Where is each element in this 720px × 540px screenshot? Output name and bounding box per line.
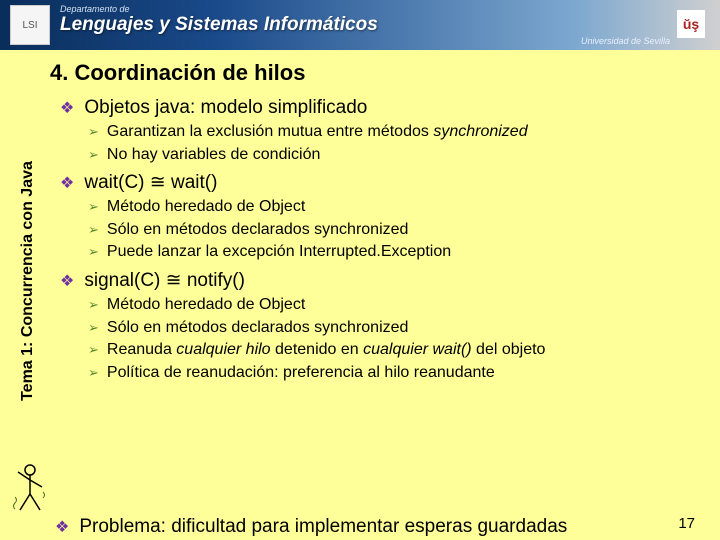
sub-text: Sólo en métodos declarados synchronized xyxy=(107,317,409,339)
header-title: Lenguajes y Sistemas Informáticos xyxy=(60,14,710,36)
sub-text: Puede lanzar la excepción Interrupted.Ex… xyxy=(107,241,451,263)
sidebar: Tema 1: Concurrencia con Java xyxy=(0,92,55,512)
diamond-bullet-icon: ❖ xyxy=(60,173,74,193)
bullet-text: wait(C) ≅ wait() xyxy=(84,171,217,194)
sub-item: ➢ Reanuda cualquier hilo detenido en cua… xyxy=(88,339,705,361)
problem-bullet: ❖ Problema: dificultad para implementar … xyxy=(55,516,720,538)
diamond-bullet-icon: ❖ xyxy=(60,271,74,291)
header-subtitle: Universidad de Sevilla xyxy=(60,36,670,46)
arrow-bullet-icon: ➢ xyxy=(88,198,99,216)
sub-item: ➢ Sólo en métodos declarados synchronize… xyxy=(88,317,705,339)
diamond-bullet-icon: ❖ xyxy=(60,98,74,118)
slide-header: LSI Departamento de Lenguajes y Sistemas… xyxy=(0,0,720,50)
bullet-text: Objetos java: modelo simplificado xyxy=(84,97,367,119)
university-shield-icon: ŭş xyxy=(677,10,705,38)
sub-item: ➢ Puede lanzar la excepción Interrupted.… xyxy=(88,241,705,263)
sub-text: Política de reanudación: preferencia al … xyxy=(107,362,495,384)
sidebar-topic-label: Tema 1: Concurrencia con Java xyxy=(19,161,37,401)
sub-item: ➢ Política de reanudación: preferencia a… xyxy=(88,362,705,384)
sub-item: ➢ Garantizan la exclusión mutua entre mé… xyxy=(88,121,705,143)
sub-text: Sólo en métodos declarados synchronized xyxy=(107,219,409,241)
sub-text: No hay variables de condición xyxy=(107,144,320,166)
arrow-bullet-icon: ➢ xyxy=(88,123,99,141)
arrow-bullet-icon: ➢ xyxy=(88,364,99,382)
arrow-bullet-icon: ➢ xyxy=(88,319,99,337)
main-content: ❖ Objetos java: modelo simplificado ➢ Ga… xyxy=(55,92,720,512)
arrow-bullet-icon: ➢ xyxy=(88,243,99,261)
sub-text: Método heredado de Object xyxy=(107,294,305,316)
header-text: Departamento de Lenguajes y Sistemas Inf… xyxy=(60,4,710,46)
sub-item: ➢ Método heredado de Object xyxy=(88,196,705,218)
sub-text: Reanuda cualquier hilo detenido en cualq… xyxy=(107,339,546,361)
bullet-text: signal(C) ≅ notify() xyxy=(84,269,245,292)
lsi-logo-icon: LSI xyxy=(10,5,50,45)
arrow-bullet-icon: ➢ xyxy=(88,341,99,359)
sub-item: ➢ No hay variables de condición xyxy=(88,144,705,166)
sub-text: Garantizan la exclusión mutua entre méto… xyxy=(107,121,528,143)
arrow-bullet-icon: ➢ xyxy=(88,296,99,314)
stick-figure-icon xyxy=(10,462,50,517)
arrow-bullet-icon: ➢ xyxy=(88,146,99,164)
bullet-item: ❖ wait(C) ≅ wait() xyxy=(60,171,705,194)
content-area: Tema 1: Concurrencia con Java ❖ Objetos … xyxy=(0,92,720,512)
sub-list: ➢ Método heredado de Object ➢ Sólo en mé… xyxy=(88,196,705,263)
header-pretitle: Departamento de xyxy=(60,4,710,14)
sub-item: ➢ Método heredado de Object xyxy=(88,294,705,316)
problem-text: Problema: dificultad para implementar es… xyxy=(79,516,567,538)
page-number: 17 xyxy=(678,515,695,532)
slide-title: 4. Coordinación de hilos xyxy=(50,60,720,86)
sub-text: Método heredado de Object xyxy=(107,196,305,218)
sub-list: ➢ Garantizan la exclusión mutua entre mé… xyxy=(88,121,705,165)
diamond-bullet-icon: ❖ xyxy=(55,517,69,537)
bullet-item: ❖ signal(C) ≅ notify() xyxy=(60,269,705,292)
arrow-bullet-icon: ➢ xyxy=(88,221,99,239)
sub-list: ➢ Método heredado de Object ➢ Sólo en mé… xyxy=(88,294,705,383)
bullet-item: ❖ Objetos java: modelo simplificado xyxy=(60,97,705,119)
sub-item: ➢ Sólo en métodos declarados synchronize… xyxy=(88,219,705,241)
